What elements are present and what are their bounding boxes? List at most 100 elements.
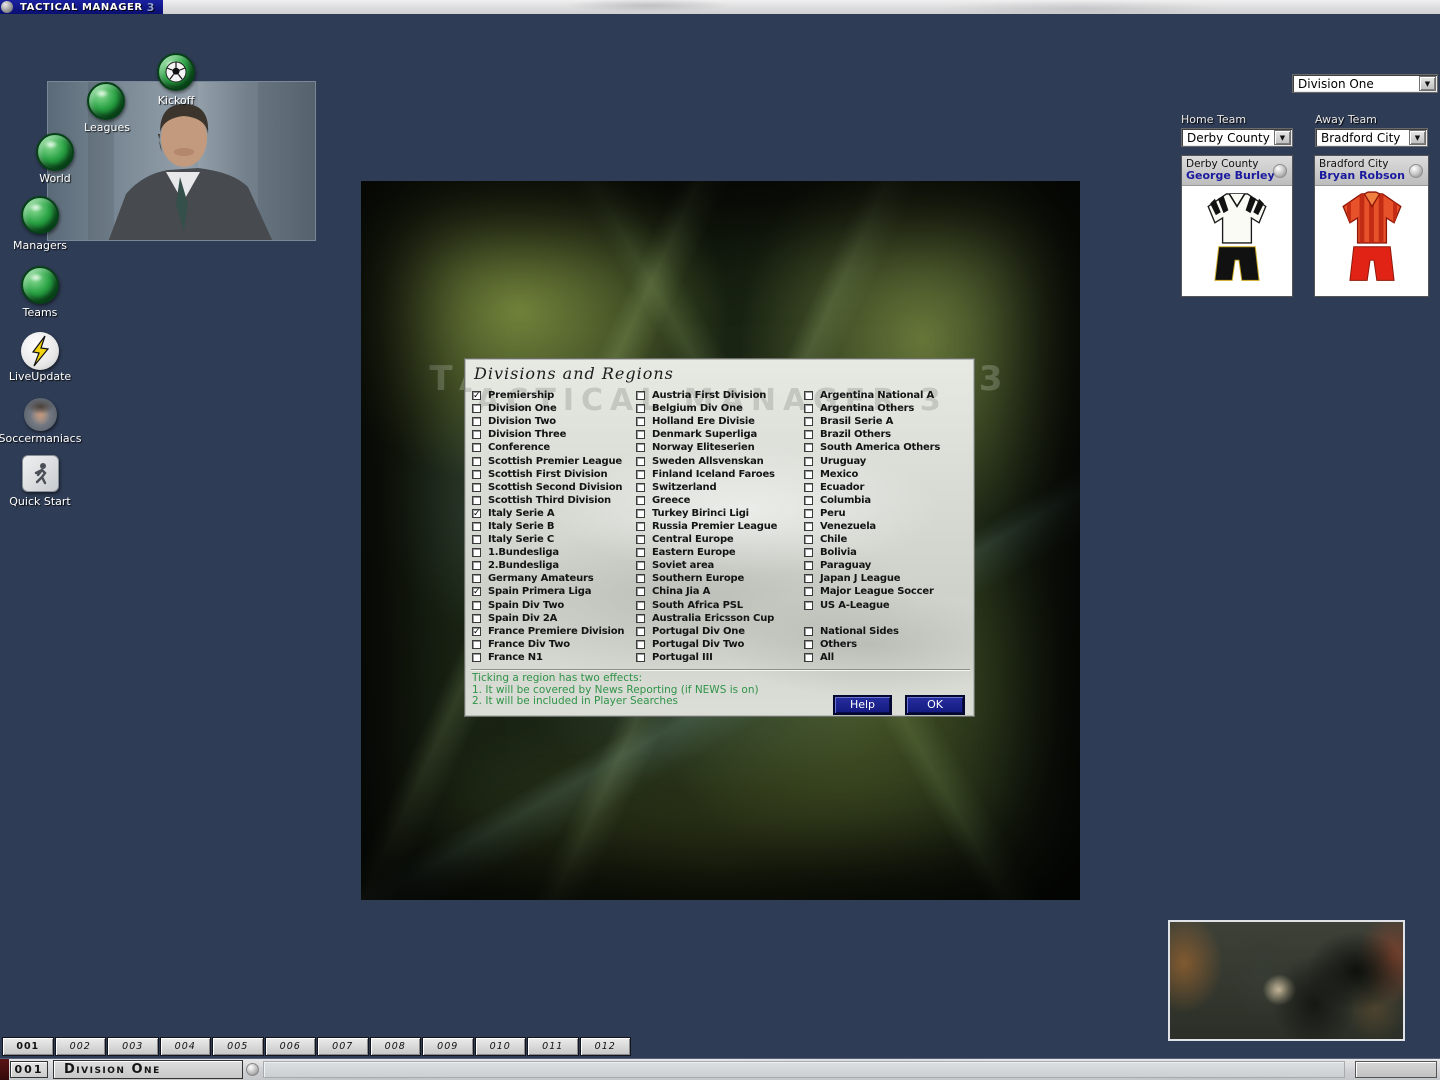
tab-005[interactable]: 005 — [212, 1037, 264, 1056]
checkbox-brasil-serie-a[interactable] — [804, 417, 813, 427]
tab-002[interactable]: 002 — [54, 1037, 106, 1056]
checkbox-national-sides[interactable] — [804, 626, 813, 636]
division-label: Others — [820, 638, 857, 650]
checkbox-scottish-first-division[interactable] — [472, 469, 481, 479]
chevron-down-icon[interactable]: ▼ — [1409, 130, 1426, 145]
checkbox-russia-premier-league[interactable] — [636, 521, 645, 531]
checkbox-france-n1[interactable] — [472, 652, 481, 662]
division-label: Premiership — [488, 390, 555, 402]
ok-button[interactable]: OK — [905, 695, 965, 715]
checkbox-uruguay[interactable] — [804, 456, 813, 466]
checkbox-2-bundesliga[interactable] — [472, 561, 481, 571]
checkbox-sweden-allsvenskan[interactable] — [636, 456, 645, 466]
tab-010[interactable]: 010 — [474, 1037, 526, 1056]
division-label: Mexico — [820, 468, 859, 480]
checkbox-division-one[interactable] — [472, 404, 481, 414]
checkbox-1-bundesliga[interactable] — [472, 548, 481, 558]
division-row: Switzerland — [636, 481, 802, 494]
checkbox-division-three[interactable] — [472, 430, 481, 440]
away-team-select[interactable]: Bradford City ▼ — [1315, 128, 1428, 147]
checkbox-spain-primera-liga[interactable]: ✓ — [472, 587, 481, 597]
leagues-button[interactable] — [87, 82, 125, 120]
checkbox-scottish-third-division[interactable] — [472, 495, 481, 505]
sphere-button[interactable] — [1409, 164, 1423, 178]
checkbox-spain-div-two[interactable] — [472, 600, 481, 610]
checkbox-france-premiere-division[interactable]: ✓ — [472, 626, 481, 636]
checkbox-spain-div-2a[interactable] — [472, 613, 481, 623]
checkbox-china-jia-a[interactable] — [636, 587, 645, 597]
checkbox-brazil-others[interactable] — [804, 430, 813, 440]
checkbox-major-league-soccer[interactable] — [804, 587, 813, 597]
checkbox-argentina-national-a[interactable] — [804, 391, 813, 401]
checkbox-italy-serie-c[interactable] — [472, 535, 481, 545]
checkbox-belgium-div-one[interactable] — [636, 404, 645, 414]
sphere-button[interactable] — [246, 1063, 259, 1076]
checkbox-scottish-premier-league[interactable] — [472, 456, 481, 466]
checkbox-peru[interactable] — [804, 508, 813, 518]
checkbox-columbia[interactable] — [804, 495, 813, 505]
checkbox-southern-europe[interactable] — [636, 574, 645, 584]
soccermaniacs-button[interactable] — [24, 398, 57, 431]
checkbox-italy-serie-a[interactable]: ✓ — [472, 508, 481, 518]
checkbox-bolivia[interactable] — [804, 548, 813, 558]
checkbox-denmark-superliga[interactable] — [636, 430, 645, 440]
teams-button[interactable] — [21, 266, 59, 304]
checkbox-greece[interactable] — [636, 495, 645, 505]
checkbox-all[interactable] — [804, 652, 813, 662]
help-button[interactable]: Help — [833, 695, 892, 715]
checkbox-japan-j-league[interactable] — [804, 574, 813, 584]
away-kit-panel: Bradford City Bryan Robson — [1314, 155, 1429, 297]
chevron-down-icon[interactable]: ▼ — [1419, 76, 1436, 91]
tab-009[interactable]: 009 — [422, 1037, 474, 1056]
checkbox-soviet-area[interactable] — [636, 561, 645, 571]
checkbox-italy-serie-b[interactable] — [472, 521, 481, 531]
checkbox-france-div-two[interactable] — [472, 639, 481, 649]
checkbox-venezuela[interactable] — [804, 521, 813, 531]
tab-011[interactable]: 011 — [527, 1037, 579, 1056]
world-button[interactable] — [36, 133, 74, 171]
checkbox-norway-eliteserien[interactable] — [636, 443, 645, 453]
checkbox-scottish-second-division[interactable] — [472, 482, 481, 492]
home-team-select[interactable]: Derby County ▼ — [1181, 128, 1293, 147]
checkbox-switzerland[interactable] — [636, 482, 645, 492]
checkbox-portugal-div-two[interactable] — [636, 639, 645, 649]
tab-012[interactable]: 012 — [579, 1037, 631, 1056]
division-label: Australia Ericsson Cup — [652, 612, 775, 624]
tab-006[interactable]: 006 — [264, 1037, 316, 1056]
checkbox-central-europe[interactable] — [636, 535, 645, 545]
managers-button[interactable] — [21, 196, 59, 234]
checkbox-division-two[interactable] — [472, 417, 481, 427]
checkbox-portugal-div-one[interactable] — [636, 626, 645, 636]
checkbox-turkey-birinci-ligi[interactable] — [636, 508, 645, 518]
liveupdate-button[interactable] — [21, 332, 59, 370]
checkbox-finland-iceland-faroes[interactable] — [636, 469, 645, 479]
checkbox-eastern-europe[interactable] — [636, 548, 645, 558]
checkbox-mexico[interactable] — [804, 469, 813, 479]
checkbox-portugal-iii[interactable] — [636, 652, 645, 662]
checkbox-germany-amateurs[interactable] — [472, 574, 481, 584]
checkbox-chile[interactable] — [804, 535, 813, 545]
checkbox-premiership[interactable]: ✓ — [472, 391, 481, 401]
division-select[interactable]: Division One ▼ — [1292, 74, 1438, 93]
tab-004[interactable]: 004 — [159, 1037, 211, 1056]
checkbox-others[interactable] — [804, 639, 813, 649]
checkbox-holland-ere-divisie[interactable] — [636, 417, 645, 427]
tab-007[interactable]: 007 — [317, 1037, 369, 1056]
sphere-button[interactable] — [1273, 164, 1287, 178]
checkbox-us-a-league[interactable] — [804, 600, 813, 610]
checkbox-ecuador[interactable] — [804, 482, 813, 492]
checkbox-conference[interactable] — [472, 443, 481, 453]
quickstart-button[interactable] — [22, 455, 59, 492]
tab-001[interactable]: 001 — [2, 1037, 54, 1056]
checkbox-argentina-others[interactable] — [804, 404, 813, 414]
tab-003[interactable]: 003 — [107, 1037, 159, 1056]
checkbox-south-america-others[interactable] — [804, 443, 813, 453]
away-kit-graphic — [1341, 191, 1402, 281]
tab-008[interactable]: 008 — [369, 1037, 421, 1056]
kickoff-button[interactable] — [157, 53, 195, 91]
checkbox-australia-ericsson-cup[interactable] — [636, 613, 645, 623]
chevron-down-icon[interactable]: ▼ — [1274, 130, 1291, 145]
checkbox-austria-first-division[interactable] — [636, 391, 645, 401]
checkbox-south-africa-psl[interactable] — [636, 600, 645, 610]
checkbox-paraguay[interactable] — [804, 561, 813, 571]
